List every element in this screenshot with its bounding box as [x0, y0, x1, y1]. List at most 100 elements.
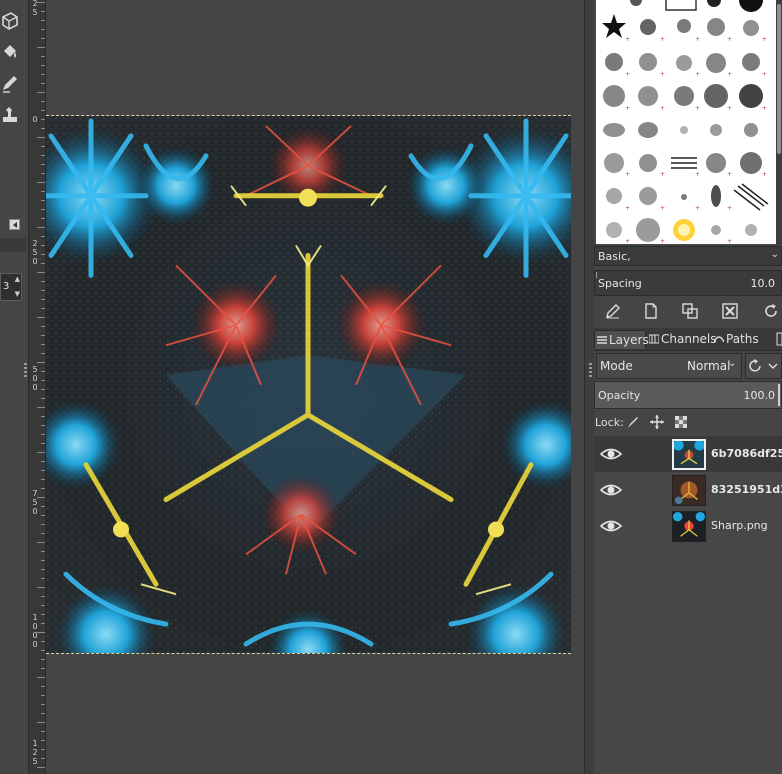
ruler-tick	[37, 182, 45, 183]
spacing-slider-fill	[596, 272, 597, 278]
layer-row[interactable]: Sharp.png	[594, 508, 782, 544]
layers-icon	[597, 336, 607, 344]
layer-row[interactable]: 83251951d3	[594, 472, 782, 508]
size-spinner[interactable]: 3 ▲ ▼	[0, 273, 22, 301]
tab-channels-label: Channels	[661, 332, 717, 346]
ruler-tick	[41, 695, 45, 696]
ruler-tick	[37, 317, 45, 318]
ruler-tick	[41, 236, 45, 237]
opacity-slider-handle[interactable]	[778, 384, 780, 406]
ruler-tick	[41, 686, 45, 687]
ruler-tick	[41, 173, 45, 174]
ruler-tick	[41, 443, 45, 444]
layer-name[interactable]: 83251951d3	[711, 483, 782, 496]
ruler-tick	[41, 560, 45, 561]
brush-spacing-slider[interactable]: Spacing 10.0	[594, 270, 782, 296]
ruler-tick	[41, 209, 45, 210]
svg-text:+: +	[727, 36, 732, 43]
ruler-tick	[41, 263, 45, 264]
ruler-tick	[41, 245, 45, 246]
brush-tag-filter[interactable]: Basic, ⌄	[594, 246, 782, 266]
dock-divider[interactable]	[584, 0, 594, 774]
delete-brush-icon[interactable]	[721, 302, 739, 320]
visibility-eye-icon[interactable]	[600, 482, 622, 498]
ruler-tick	[41, 461, 45, 462]
svg-text:+: +	[660, 205, 665, 212]
dock-grip-left[interactable]	[24, 363, 27, 381]
ruler-tick	[41, 524, 45, 525]
svg-text:+: +	[660, 71, 665, 78]
svg-text:+: +	[660, 105, 665, 112]
svg-text:+: +	[695, 171, 700, 178]
lock-pixels-icon[interactable]	[626, 415, 640, 429]
ruler-label: 1	[32, 739, 38, 748]
brush-scrollbar[interactable]	[776, 0, 782, 244]
pencil-icon[interactable]	[0, 72, 20, 94]
spin-up-icon[interactable]: ▲	[15, 276, 20, 283]
ruler-tick	[41, 146, 45, 147]
transform-icon[interactable]	[0, 10, 20, 32]
tab-paths[interactable]: Paths	[712, 330, 760, 349]
ruler-tick	[41, 20, 45, 21]
svg-text:+: +	[625, 205, 630, 212]
brush-grid[interactable]: + + + + + + + + + + + + + + + + + + + + + + + + + + +	[596, 0, 782, 244]
ruler-tick	[41, 155, 45, 156]
opacity-slider[interactable]: Opacity 100.0	[594, 381, 782, 409]
lock-alpha-icon[interactable]	[674, 415, 688, 429]
panel-resize-handle[interactable]	[684, 323, 702, 338]
svg-text:+: +	[727, 205, 732, 212]
refresh-brushes-icon[interactable]	[762, 302, 780, 320]
visibility-eye-icon[interactable]	[600, 446, 622, 462]
svg-text:+: +	[625, 36, 630, 43]
composite-mode-button[interactable]	[745, 353, 782, 379]
layer-row[interactable]: 6b7086df25f	[594, 436, 782, 472]
edit-brush-icon[interactable]	[604, 302, 622, 320]
ruler-tick	[41, 83, 45, 84]
layer-thumbnail	[672, 511, 706, 542]
lock-position-icon[interactable]	[650, 415, 664, 429]
chevron-down-icon[interactable]: ⌄	[771, 249, 779, 260]
svg-text:+: +	[625, 171, 630, 178]
more-tabs-icon	[776, 332, 782, 346]
ruler-tick	[41, 398, 45, 399]
layer-name[interactable]: 6b7086df25f	[711, 447, 782, 460]
ruler-tick	[37, 272, 45, 273]
ruler-tick	[41, 290, 45, 291]
svg-text:+: +	[762, 36, 767, 43]
ruler-tick	[41, 308, 45, 309]
svg-text:+: +	[762, 71, 767, 78]
layer-name[interactable]: Sharp.png	[711, 519, 768, 532]
ruler-tick	[41, 191, 45, 192]
duplicate-brush-icon[interactable]	[681, 302, 699, 320]
tab-overflow[interactable]	[774, 330, 782, 349]
ruler-tick	[41, 416, 45, 417]
ruler-tick	[41, 641, 45, 642]
ruler-tick	[41, 371, 45, 372]
ruler-tick	[37, 407, 45, 408]
spin-down-icon[interactable]: ▼	[15, 291, 20, 298]
svg-text:+: +	[695, 205, 700, 212]
ruler-tick	[37, 227, 45, 228]
ruler-tick	[41, 533, 45, 534]
image-canvas[interactable]	[46, 115, 571, 654]
ruler-tick	[41, 470, 45, 471]
chevron-down-icon[interactable]: ⌄	[728, 358, 736, 369]
stamp-icon[interactable]	[0, 104, 20, 126]
spacing-label: Spacing	[598, 277, 642, 290]
tab-layers[interactable]: Layers	[594, 330, 649, 349]
layer-thumbnail	[672, 439, 706, 470]
ruler-label: 0	[32, 257, 38, 266]
ruler-label: 2	[32, 239, 38, 248]
expand-tool-options-icon[interactable]	[9, 219, 20, 230]
mode-value: Normal	[687, 359, 731, 373]
dock-grip-right[interactable]	[589, 363, 592, 381]
visibility-eye-icon[interactable]	[600, 518, 622, 534]
ruler-label: 1	[32, 613, 38, 622]
svg-text:+: +	[660, 36, 665, 43]
tab-channels[interactable]: Channels	[647, 330, 717, 349]
ruler-tick	[41, 11, 45, 12]
bucket-fill-icon[interactable]	[0, 40, 20, 62]
opacity-value: 100.0	[743, 389, 776, 402]
ruler-tick	[37, 587, 45, 588]
new-brush-icon[interactable]	[642, 302, 660, 320]
